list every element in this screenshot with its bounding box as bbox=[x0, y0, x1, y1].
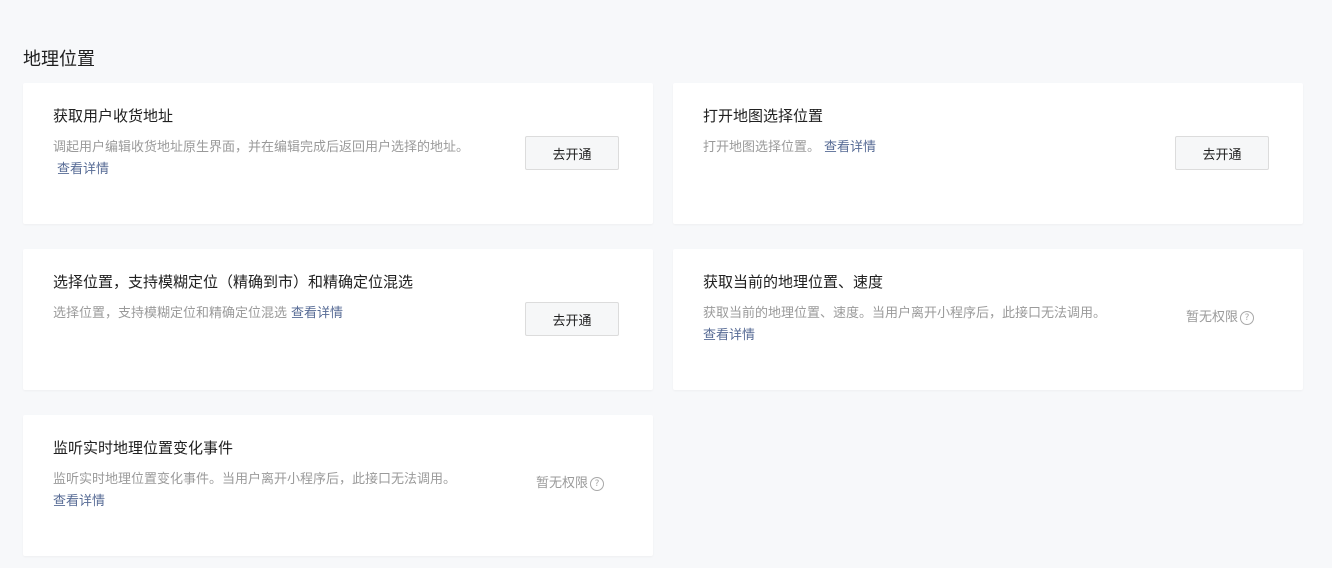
card-description: 监听实时地理位置变化事件。当用户离开小程序后，此接口无法调用。 查看详情 bbox=[53, 469, 493, 513]
view-details-link[interactable]: 查看详情 bbox=[824, 140, 876, 155]
status-text: 暂无权限 bbox=[536, 476, 589, 491]
view-details-link[interactable]: 查看详情 bbox=[703, 328, 755, 343]
description-text: 选择位置，支持模糊定位和精确定位混选 bbox=[53, 306, 288, 321]
activate-button[interactable]: 去开通 bbox=[525, 302, 619, 336]
api-card-get-location: 获取当前的地理位置、速度 获取当前的地理位置、速度。当用户离开小程序后，此接口无… bbox=[673, 249, 1303, 390]
card-title: 监听实时地理位置变化事件 bbox=[53, 439, 234, 457]
view-details-link[interactable]: 查看详情 bbox=[57, 162, 109, 177]
card-description: 选择位置，支持模糊定位和精确定位混选 查看详情 bbox=[53, 303, 483, 325]
no-permission-status: 暂无权限? bbox=[1186, 309, 1255, 327]
card-description: 打开地图选择位置。 查看详情 bbox=[703, 137, 1133, 159]
view-details-link[interactable]: 查看详情 bbox=[291, 306, 343, 321]
description-text: 获取当前的地理位置、速度。当用户离开小程序后，此接口无法调用。 bbox=[703, 306, 1107, 321]
question-circle-icon[interactable]: ? bbox=[1240, 311, 1255, 325]
card-title: 打开地图选择位置 bbox=[703, 107, 824, 125]
card-title: 选择位置，支持模糊定位（精确到市）和精确定位混选 bbox=[53, 273, 414, 291]
description-text: 打开地图选择位置。 bbox=[703, 140, 821, 155]
activate-button[interactable]: 去开通 bbox=[1175, 136, 1269, 170]
description-text: 监听实时地理位置变化事件。当用户离开小程序后，此接口无法调用。 bbox=[53, 472, 457, 487]
api-card-choose-address: 获取用户收货地址 调起用户编辑收货地址原生界面，并在编辑完成后返回用户选择的地址… bbox=[23, 83, 653, 224]
view-details-link[interactable]: 查看详情 bbox=[53, 494, 105, 509]
api-card-choose-location: 打开地图选择位置 打开地图选择位置。 查看详情 去开通 bbox=[673, 83, 1303, 224]
card-description: 调起用户编辑收货地址原生界面，并在编辑完成后返回用户选择的地址。查看详情 bbox=[53, 137, 483, 181]
card-title: 获取当前的地理位置、速度 bbox=[703, 273, 884, 291]
status-text: 暂无权限 bbox=[1186, 310, 1239, 325]
activate-button[interactable]: 去开通 bbox=[525, 136, 619, 170]
card-description: 获取当前的地理位置、速度。当用户离开小程序后，此接口无法调用。 查看详情 bbox=[703, 303, 1143, 347]
api-card-location-change: 监听实时地理位置变化事件 监听实时地理位置变化事件。当用户离开小程序后，此接口无… bbox=[23, 415, 653, 556]
api-card-choose-poi: 选择位置，支持模糊定位（精确到市）和精确定位混选 选择位置，支持模糊定位和精确定… bbox=[23, 249, 653, 390]
description-text: 调起用户编辑收货地址原生界面，并在编辑完成后返回用户选择的地址。 bbox=[53, 140, 470, 155]
card-title: 获取用户收货地址 bbox=[53, 107, 174, 125]
section-title: 地理位置 bbox=[23, 49, 95, 70]
no-permission-status: 暂无权限? bbox=[536, 475, 605, 493]
question-circle-icon[interactable]: ? bbox=[590, 477, 605, 491]
